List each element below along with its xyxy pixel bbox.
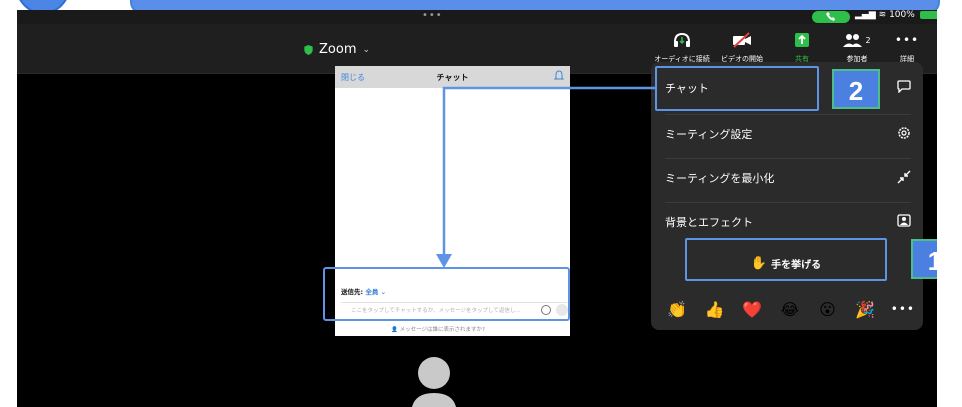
share-button[interactable]: 共有 bbox=[772, 30, 832, 64]
chat-bubble-icon bbox=[897, 80, 911, 93]
more-icon: ••• bbox=[894, 33, 920, 47]
chat-notice-text: メッセージは誰に表示されますか? bbox=[399, 327, 485, 333]
reaction-surprised[interactable]: 😮 bbox=[816, 300, 840, 319]
person-icon: 👤 bbox=[391, 327, 398, 333]
wifi-icon: ≋ bbox=[878, 10, 887, 20]
chat-item-highlight bbox=[655, 66, 819, 111]
reaction-clap[interactable]: 👏 bbox=[665, 300, 689, 319]
menu-item-background-effects[interactable]: 背景とエフェクト bbox=[665, 212, 911, 232]
reaction-tada[interactable]: 🎉 bbox=[853, 300, 877, 319]
raise-hand-highlight bbox=[685, 238, 887, 281]
step-1-badge: 1 bbox=[911, 239, 937, 279]
menu-item-label: 背景とエフェクト bbox=[665, 216, 753, 229]
start-video-button[interactable]: ビデオの開始 bbox=[712, 30, 772, 64]
menu-divider bbox=[665, 158, 911, 159]
participant-count: 2 bbox=[865, 35, 871, 45]
menu-item-minimize[interactable]: ミーティングを最小化 bbox=[665, 168, 911, 188]
chevron-down-icon: ⌄ bbox=[362, 44, 371, 55]
chat-title: チャット bbox=[436, 73, 469, 82]
meeting-title: Zoom bbox=[319, 42, 357, 57]
meeting-title-button[interactable]: Zoom ⌄ bbox=[304, 42, 370, 57]
chat-header: 閉じる チャット bbox=[335, 66, 570, 88]
battery-percent: 100% bbox=[889, 10, 915, 20]
menu-divider bbox=[665, 202, 911, 203]
menu-item-meeting-settings[interactable]: ミーティング設定 bbox=[665, 124, 911, 144]
menu-item-label: ミーティングを最小化 bbox=[665, 172, 775, 185]
signal-icon: ▂▄▆ bbox=[855, 10, 876, 20]
reaction-joy[interactable]: 😂 bbox=[778, 300, 802, 319]
more-button[interactable]: ••• 詳細 bbox=[877, 30, 937, 64]
menu-divider bbox=[665, 114, 911, 115]
zoom-screen: ••• ▂▄▆ ≋ 100% Zoom ⌄ オーディオに接続 ビデオの開始 共有… bbox=[17, 10, 937, 407]
chat-visibility-notice[interactable]: 👤 メッセージは誰に表示されますか? bbox=[391, 325, 485, 333]
battery-icon bbox=[919, 10, 937, 19]
audio-connect-button[interactable]: オーディオに接続 bbox=[652, 30, 712, 64]
headphones-icon bbox=[674, 32, 690, 47]
reaction-bar: 👏 👍 ❤️ 😂 😮 🎉 ••• bbox=[665, 296, 915, 322]
minimize-icon bbox=[897, 170, 911, 184]
reaction-heart[interactable]: ❤️ bbox=[740, 300, 764, 319]
avatar bbox=[412, 357, 456, 407]
phone-icon bbox=[826, 12, 835, 21]
portrait-icon bbox=[897, 214, 911, 227]
participants-icon bbox=[843, 34, 863, 47]
reactions-more-button[interactable]: ••• bbox=[891, 302, 915, 316]
status-bar: ••• ▂▄▆ ≋ 100% bbox=[17, 10, 937, 24]
chat-input-highlight bbox=[323, 267, 570, 321]
menu-item-label: ミーティング設定 bbox=[665, 128, 753, 141]
status-right: ▂▄▆ ≋ 100% bbox=[855, 10, 937, 20]
share-icon bbox=[795, 33, 809, 47]
shield-check-icon bbox=[304, 44, 313, 55]
video-off-icon bbox=[733, 32, 751, 48]
call-indicator[interactable] bbox=[812, 11, 850, 23]
step-2-badge: 2 bbox=[832, 69, 880, 109]
top-dots: ••• bbox=[422, 10, 443, 21]
reaction-thumbs-up[interactable]: 👍 bbox=[703, 300, 727, 319]
gear-icon bbox=[898, 127, 910, 139]
bell-icon[interactable] bbox=[554, 70, 564, 81]
